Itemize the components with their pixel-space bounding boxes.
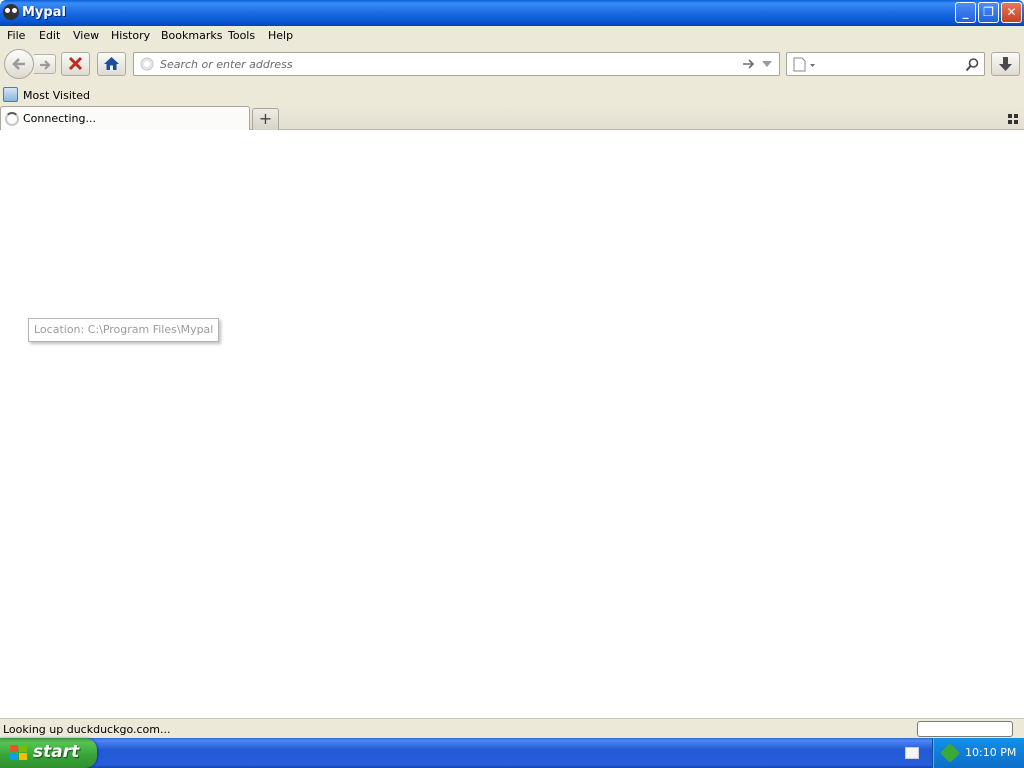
minimize-button[interactable]: _ bbox=[955, 2, 976, 23]
history-dropdown-icon[interactable] bbox=[762, 61, 772, 68]
stop-button[interactable] bbox=[61, 52, 90, 76]
search-engine-icon[interactable] bbox=[793, 57, 815, 72]
go-arrow-icon[interactable] bbox=[742, 58, 756, 70]
start-button[interactable]: start bbox=[0, 738, 97, 768]
download-arrow-icon bbox=[999, 57, 1012, 71]
menu-history[interactable]: History bbox=[111, 29, 150, 42]
status-progress-bar bbox=[917, 721, 1013, 737]
app-icon[interactable] bbox=[3, 4, 19, 20]
page-content[interactable]: Location: C:\Program Files\Mypal bbox=[0, 130, 1024, 718]
keyboard-icon[interactable] bbox=[905, 747, 919, 759]
menu-view[interactable]: View bbox=[73, 29, 99, 42]
menu-help[interactable]: Help bbox=[268, 29, 293, 42]
back-forward-group bbox=[4, 49, 58, 79]
bookmarks-toolbar: Most Visited bbox=[0, 84, 1024, 106]
status-bar: Looking up duckduckgo.com... bbox=[0, 718, 1024, 738]
downloads-button[interactable] bbox=[991, 52, 1020, 76]
bookmark-label: Most Visited bbox=[23, 89, 90, 102]
new-tab-button[interactable]: + bbox=[252, 108, 279, 130]
forward-arrow-icon bbox=[40, 60, 51, 70]
search-icon[interactable] bbox=[965, 57, 980, 72]
system-tray: 10:10 PM bbox=[932, 738, 1024, 768]
home-icon bbox=[104, 57, 119, 70]
menu-tools[interactable]: Tools bbox=[228, 29, 255, 42]
menu-bookmarks[interactable]: Bookmarks bbox=[161, 29, 222, 42]
forward-button[interactable] bbox=[34, 54, 56, 74]
back-arrow-icon bbox=[12, 58, 25, 70]
start-label: start bbox=[33, 742, 80, 762]
close-button[interactable]: ✕ bbox=[1001, 2, 1022, 23]
address-bar[interactable] bbox=[133, 52, 780, 76]
window-title: Mypal bbox=[22, 5, 66, 20]
all-tabs-menu-icon[interactable] bbox=[1008, 114, 1018, 124]
loading-spinner-icon bbox=[5, 112, 19, 126]
menu-bar: File Edit View History Bookmarks Tools H… bbox=[0, 26, 1024, 46]
home-button[interactable] bbox=[97, 52, 126, 76]
url-input[interactable] bbox=[160, 56, 730, 72]
navigation-toolbar bbox=[0, 46, 1024, 84]
title-bar[interactable]: Mypal _ ❐ ✕ bbox=[0, 0, 1024, 26]
tab-connecting[interactable]: Connecting... bbox=[0, 106, 250, 130]
clock[interactable]: 10:10 PM bbox=[965, 746, 1016, 759]
tab-strip: Connecting... + bbox=[0, 106, 1024, 130]
menu-file[interactable]: File bbox=[7, 29, 25, 42]
network-icon[interactable] bbox=[940, 743, 960, 763]
windows-logo-icon bbox=[10, 745, 28, 761]
restore-button[interactable]: ❐ bbox=[978, 2, 999, 23]
search-bar[interactable] bbox=[786, 52, 985, 76]
stop-x-icon bbox=[68, 56, 83, 71]
taskbar: start 10:10 PM bbox=[0, 738, 1024, 768]
location-tooltip: Location: C:\Program Files\Mypal bbox=[28, 318, 220, 342]
site-identity-icon[interactable] bbox=[140, 57, 154, 71]
search-input[interactable] bbox=[819, 56, 959, 72]
back-button[interactable] bbox=[4, 49, 34, 79]
folder-icon bbox=[3, 87, 18, 102]
menu-edit[interactable]: Edit bbox=[39, 29, 60, 42]
status-text: Looking up duckduckgo.com... bbox=[3, 723, 171, 736]
tab-label: Connecting... bbox=[23, 112, 96, 125]
